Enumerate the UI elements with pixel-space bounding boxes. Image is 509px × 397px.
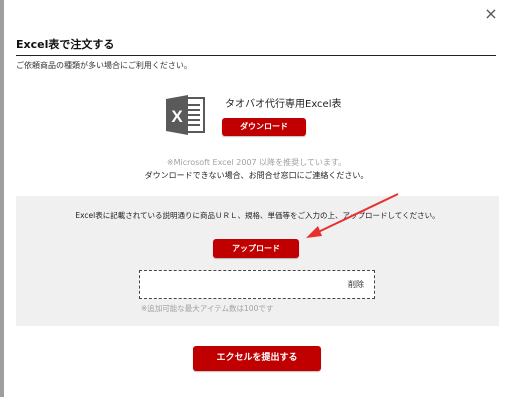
excel-icon-letter: X: [171, 107, 183, 126]
template-name: タオバオ代行専用Excel表: [225, 99, 342, 110]
uploaded-file-row: 削除: [139, 270, 375, 299]
close-button[interactable]: ×: [482, 5, 500, 23]
download-button[interactable]: ダウンロード: [222, 118, 306, 136]
excel-file-icon: X: [166, 95, 205, 135]
upload-panel: Excel表に記載されている説明通りに商品ＵＲＬ、規格、単価等をご入力の上、アッ…: [16, 196, 499, 326]
modal-title: Excel表で注文する: [16, 36, 496, 56]
submit-excel-button[interactable]: エクセルを提出する: [193, 346, 321, 371]
delete-button[interactable]: 削除: [348, 279, 364, 290]
upload-button[interactable]: アップロード: [213, 239, 299, 258]
excel-order-modal: × Excel表で注文する ご依頼商品の種類が多い場合にご利用ください。 X タ…: [4, 0, 509, 397]
intro-text: ご依頼商品の種類が多い場合にご利用ください。: [16, 61, 192, 70]
max-items-note: ※追加可能な最大アイテム数は100です: [141, 304, 274, 313]
close-icon: ×: [484, 4, 498, 23]
excel-version-note: ※Microsoft Excel 2007 以降を推奨しています。: [166, 158, 347, 167]
contact-note: ダウンロードできない場合、お問合せ窓口にご連絡ください。: [144, 171, 369, 180]
upload-instruction: Excel表に記載されている説明通りに商品ＵＲＬ、規格、単価等をご入力の上、アッ…: [75, 211, 440, 220]
